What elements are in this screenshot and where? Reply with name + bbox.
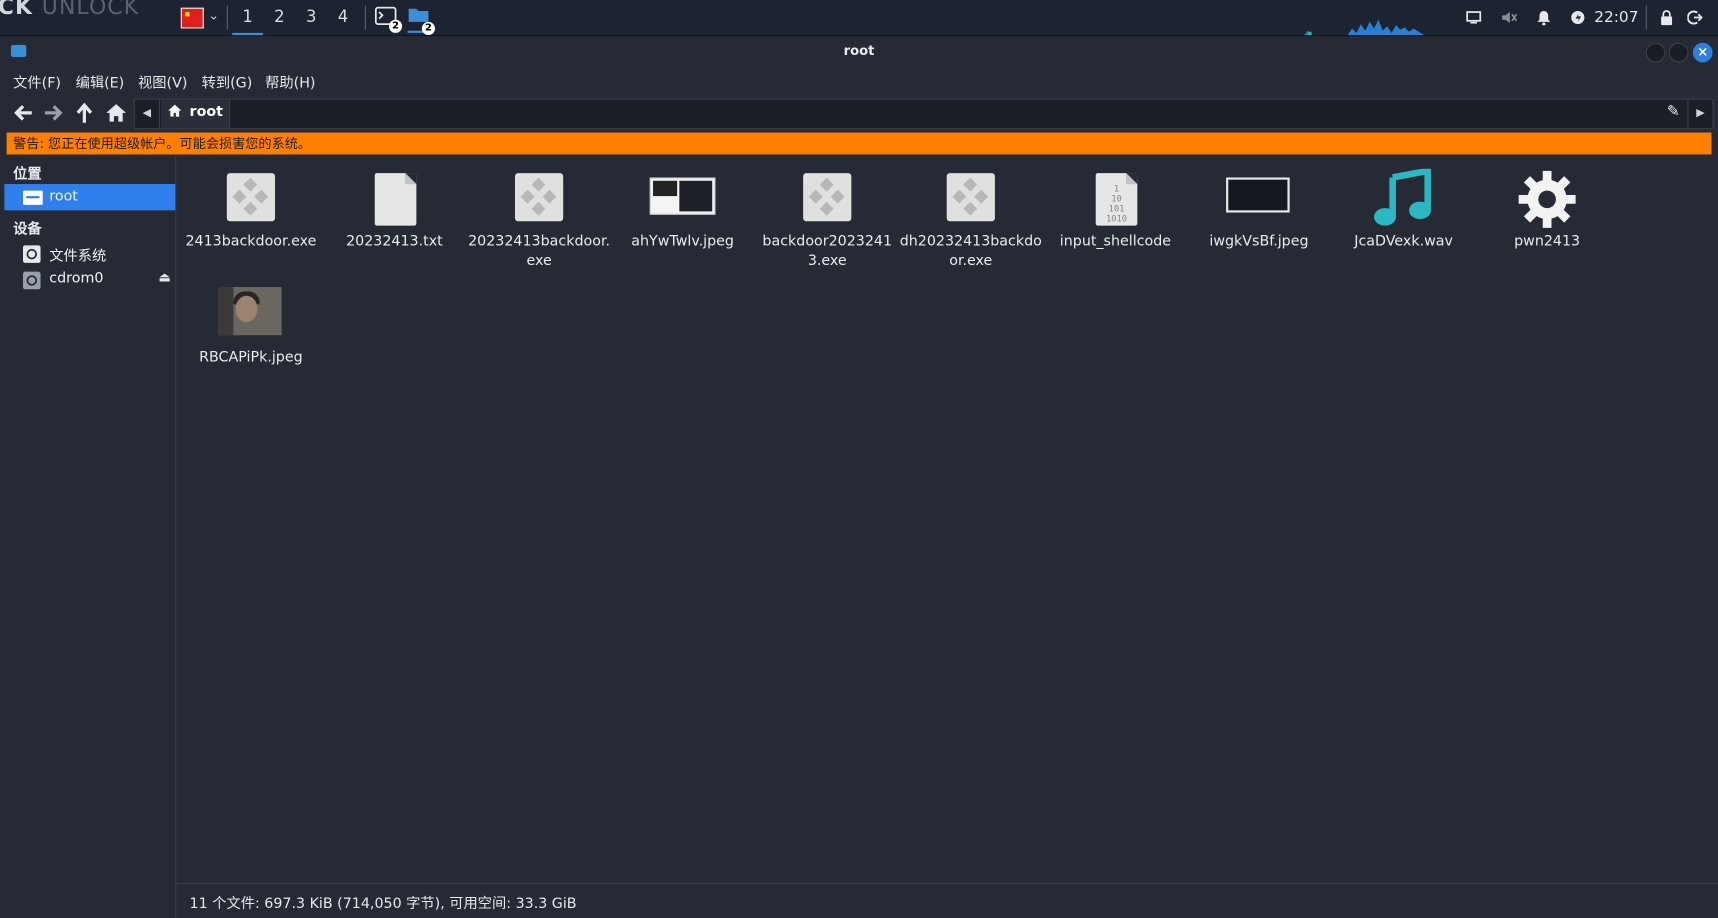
breadcrumb-label: root xyxy=(189,104,223,121)
task-count-badge: 2 xyxy=(388,19,403,33)
file-item[interactable]: iwgkVsBf.jpeg xyxy=(1188,169,1330,252)
top-panel: CK UNLOCK ⌄ 1 2 3 4 2 2 22:07 xyxy=(0,0,1718,37)
location-bar[interactable]: ◀ root ✎ ▶ xyxy=(133,98,1714,130)
file-name: backdoor20232413.exe xyxy=(762,233,893,270)
file-item[interactable]: pwn2413 xyxy=(1476,169,1618,252)
file-item[interactable]: JcaDVexk.wav xyxy=(1332,168,1474,252)
file-name: dh20232413backdoor.exe xyxy=(899,233,1042,270)
file-name: JcaDVexk.wav xyxy=(1354,233,1453,250)
file-item[interactable]: 20232413.txt xyxy=(323,169,465,252)
file-name: ahYwTwlv.jpeg xyxy=(631,233,734,250)
executable-gear-icon xyxy=(1512,169,1582,230)
close-button[interactable]: × xyxy=(1692,42,1713,63)
file-item[interactable]: 2413backdoor.exe xyxy=(180,169,322,252)
clock-text[interactable]: 22:07 xyxy=(1594,0,1638,35)
window-titlebar[interactable]: root × xyxy=(0,36,1718,67)
sidebar-item-cdrom0[interactable]: cdrom0 ⏏ xyxy=(4,266,175,292)
forward-arrow-icon[interactable] xyxy=(41,100,67,126)
screen-icon[interactable] xyxy=(1462,0,1486,35)
logout-icon[interactable] xyxy=(1683,0,1707,35)
file-grid[interactable]: 2413backdoor.exe 20232413.txt 20232413ba… xyxy=(176,155,1718,883)
sidebar-header-devices: 设备 xyxy=(13,221,42,238)
menubar: 文件(F) 编辑(E) 视图(V) 转到(G) 帮助(H) xyxy=(0,68,1718,94)
text-file-icon xyxy=(359,169,429,230)
menu-go[interactable]: 转到(G) xyxy=(202,71,253,92)
exe-icon xyxy=(936,169,1006,230)
status-text: 11 个文件: 697.3 KiB (714,050 字节), 可用空间: 33… xyxy=(189,896,577,913)
sidebar-item-root[interactable]: root xyxy=(4,184,176,211)
window-title: root xyxy=(843,42,875,59)
chevron-down-icon[interactable]: ⌄ xyxy=(208,8,219,23)
file-name: 20232413.txt xyxy=(346,233,443,250)
statusbar: 11 个文件: 697.3 KiB (714,050 字节), 可用空间: 33… xyxy=(176,884,1718,918)
menu-help[interactable]: 帮助(H) xyxy=(265,71,315,92)
workspace-1[interactable]: 1 xyxy=(232,0,263,36)
exe-icon xyxy=(504,169,574,230)
bell-icon[interactable] xyxy=(1532,0,1556,35)
file-name: iwgkVsBf.jpeg xyxy=(1209,233,1309,250)
home-icon xyxy=(168,104,182,122)
sidebar-item-label: root xyxy=(49,188,78,205)
minimize-button[interactable] xyxy=(1645,42,1666,63)
power-manager-icon[interactable] xyxy=(1566,0,1590,35)
volume-muted-icon[interactable] xyxy=(1497,0,1521,35)
panel-separator xyxy=(364,5,366,30)
audio-file-icon xyxy=(1369,168,1439,230)
workspace-4[interactable]: 4 xyxy=(328,0,359,33)
up-arrow-icon[interactable] xyxy=(71,100,97,126)
breadcrumb-root[interactable]: root xyxy=(161,99,231,129)
scroll-right-icon[interactable]: ▶ xyxy=(1687,99,1712,129)
input-method-flag-icon[interactable] xyxy=(180,7,204,29)
file-manager-task-button[interactable]: 2 xyxy=(407,4,435,36)
file-item[interactable]: 20232413backdoor.exe xyxy=(468,169,610,272)
home-icon[interactable] xyxy=(103,100,129,126)
menu-file[interactable]: 文件(F) xyxy=(13,71,61,92)
edit-location-icon[interactable]: ✎ xyxy=(1667,103,1680,121)
workspace-3[interactable]: 3 xyxy=(296,0,327,33)
exe-icon xyxy=(216,169,286,230)
file-item[interactable]: RBCAPiPk.jpeg xyxy=(180,285,322,368)
file-item[interactable]: backdoor20232413.exe xyxy=(756,169,898,272)
file-name: pwn2413 xyxy=(1514,233,1581,250)
file-name: input_shellcode xyxy=(1059,233,1172,250)
photo-thumbnail-icon xyxy=(216,285,286,346)
sidebar-item-filesystem[interactable]: 文件系统 xyxy=(4,240,175,266)
menu-edit[interactable]: 编辑(E) xyxy=(76,71,125,92)
image-thumbnail-icon xyxy=(1224,169,1294,230)
menu-view[interactable]: 视图(V) xyxy=(138,71,187,92)
back-arrow-icon[interactable] xyxy=(10,100,36,126)
file-item[interactable]: ahYwTwlv.jpeg xyxy=(611,169,753,252)
eject-icon[interactable]: ⏏ xyxy=(158,269,170,284)
drive-icon xyxy=(22,244,42,263)
panel-separator xyxy=(1645,5,1647,30)
sidebar: 位置 root 设备 文件系统 cdrom0 ⏏ xyxy=(4,155,176,886)
toolbar: ◀ root ✎ ▶ xyxy=(0,96,1718,130)
image-thumbnail-icon xyxy=(648,169,718,230)
file-name: RBCAPiPk.jpeg xyxy=(199,349,303,366)
optical-drive-icon xyxy=(22,271,42,290)
desktop-brand-text: CK UNLOCK xyxy=(0,0,140,20)
file-name: 2413backdoor.exe xyxy=(185,233,317,250)
file-name: 20232413backdoor.exe xyxy=(468,233,611,270)
sidebar-header-places: 位置 xyxy=(13,166,42,183)
scroll-left-icon[interactable]: ◀ xyxy=(135,99,160,129)
binary-file-icon: 1 10 101 1010 xyxy=(1080,169,1150,230)
root-warning-banner: 警告: 您正在使用超级帐户。可能会损害您的系统。 xyxy=(6,132,1712,155)
lock-icon[interactable] xyxy=(1655,0,1679,35)
panel-separator xyxy=(226,5,228,30)
file-item[interactable]: 1 10 101 1010 input_shellcode xyxy=(1044,169,1186,252)
exe-icon xyxy=(792,169,862,230)
task-count-badge: 2 xyxy=(421,21,435,36)
sidebar-item-label: 文件系统 xyxy=(49,248,107,266)
terminal-task-button[interactable]: 2 xyxy=(374,6,403,33)
sidebar-item-label: cdrom0 xyxy=(49,270,104,288)
file-item[interactable]: dh20232413backdoor.exe xyxy=(900,169,1042,272)
workspace-2[interactable]: 2 xyxy=(264,0,295,33)
maximize-button[interactable] xyxy=(1668,42,1689,63)
folder-icon xyxy=(22,188,43,206)
cpu-graph-icon xyxy=(1303,19,1425,36)
